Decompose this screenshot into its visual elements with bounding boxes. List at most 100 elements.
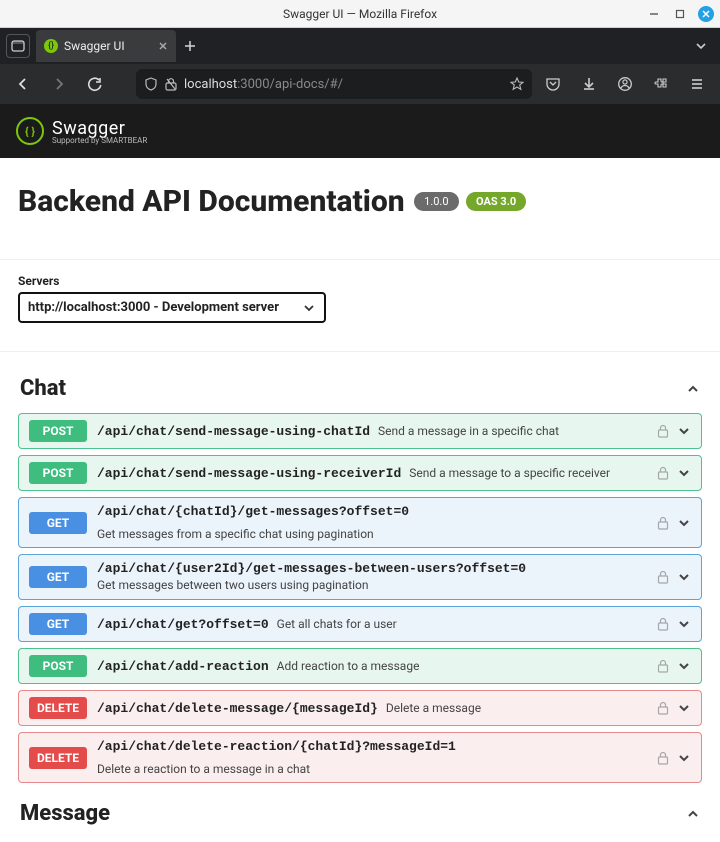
method-badge-get: GET (29, 566, 87, 588)
nav-back-button[interactable] (8, 69, 38, 99)
operation-row[interactable]: GET/api/chat/{user2Id}/get-messages-betw… (18, 554, 702, 600)
operation-desc: Get all chats for a user (277, 617, 397, 631)
tag-header[interactable]: Chat (18, 364, 702, 407)
swagger-logo-icon: { } (16, 117, 44, 145)
swagger-supported-by: Supported by SMARTBEAR (52, 136, 147, 145)
url-text: localhost:3000/api-docs/#/ (184, 77, 504, 92)
lock-icon[interactable] (657, 570, 669, 584)
browser-toolbar: localhost:3000/api-docs/#/ (0, 64, 720, 104)
operation-path: /api/chat/send-message-using-chatId (97, 424, 370, 439)
window-minimize-button[interactable] (646, 6, 662, 22)
chevron-down-icon[interactable] (677, 659, 691, 673)
operation-row[interactable]: DELETE/api/chat/delete-reaction/{chatId}… (18, 732, 702, 783)
swagger-topbar: { } Swagger Supported by SMARTBEAR (0, 104, 720, 158)
operation-text: /api/chat/send-message-using-receiverId S… (97, 466, 610, 481)
new-tab-button[interactable] (176, 32, 204, 60)
lock-icon[interactable] (657, 617, 669, 631)
method-badge-post: POST (29, 462, 87, 484)
method-badge-delete: DELETE (29, 697, 87, 719)
operation-text: /api/chat/send-message-using-chatId Send … (97, 424, 559, 439)
url-bar[interactable]: localhost:3000/api-docs/#/ (136, 69, 532, 99)
tag-header[interactable]: Message (18, 789, 702, 832)
operation-text: /api/chat/{user2Id}/get-messages-between… (97, 561, 526, 593)
window-titlebar: Swagger UI — Mozilla Firefox (0, 0, 720, 28)
tab-title: Swagger UI (64, 39, 125, 53)
list-all-tabs-button[interactable] (688, 39, 714, 53)
operation-right-controls (657, 751, 691, 765)
chevron-down-icon[interactable] (677, 424, 691, 438)
server-select[interactable]: http://localhost:3000 - Development serv… (18, 292, 326, 323)
operation-right-controls (657, 466, 691, 480)
operation-row[interactable]: POST/api/chat/add-reactionAdd reaction t… (18, 648, 702, 684)
method-badge-post: POST (29, 420, 87, 442)
lock-icon[interactable] (657, 466, 669, 480)
nav-reload-button[interactable] (80, 69, 110, 99)
operation-row[interactable]: POST/api/chat/send-message-using-receive… (18, 455, 702, 491)
lock-icon[interactable] (657, 751, 669, 765)
operation-desc: Send a message to a specific receiver (409, 466, 610, 480)
swagger-favicon-icon: {} (44, 39, 58, 53)
operation-path: /api/chat/delete-reaction/{chatId}?messa… (97, 739, 456, 754)
shield-icon[interactable] (144, 77, 158, 91)
account-button[interactable] (610, 69, 640, 99)
operation-path: /api/chat/send-message-using-receiverId (97, 466, 401, 481)
operation-desc: Get messages between two users using pag… (97, 578, 526, 594)
operation-text: /api/chat/get?offset=0Get all chats for … (97, 617, 397, 632)
operation-row[interactable]: DELETE/api/chat/delete-message/{messageI… (18, 690, 702, 726)
operation-right-controls (657, 570, 691, 584)
toolbar-right-icons (538, 69, 712, 99)
lock-icon[interactable] (657, 516, 669, 530)
extensions-button[interactable] (646, 69, 676, 99)
operation-right-controls (657, 659, 691, 673)
window-close-button[interactable] (698, 6, 714, 22)
servers-label: Servers (18, 274, 702, 288)
operation-right-controls (657, 701, 691, 715)
chevron-down-icon (302, 301, 316, 315)
operation-path: /api/chat/{chatId}/get-messages?offset=0 (97, 504, 409, 519)
chevron-up-icon (686, 382, 700, 396)
chevron-down-icon[interactable] (677, 751, 691, 765)
app-menu-button[interactable] (682, 69, 712, 99)
operation-text: /api/chat/add-reactionAdd reaction to a … (97, 659, 419, 674)
nav-forward-button[interactable] (44, 69, 74, 99)
downloads-button[interactable] (574, 69, 604, 99)
bookmark-star-icon[interactable] (510, 77, 524, 91)
site-info-icon[interactable] (164, 77, 178, 91)
operation-row[interactable]: GET/api/chat/get?offset=0Get all chats f… (18, 606, 702, 642)
window-title: Swagger UI — Mozilla Firefox (0, 7, 720, 21)
window-buttons (646, 0, 714, 28)
chevron-down-icon[interactable] (677, 701, 691, 715)
operation-path: /api/chat/{user2Id}/get-messages-between… (97, 561, 526, 578)
servers-section: Servers http://localhost:3000 - Developm… (0, 260, 720, 352)
method-badge-get: GET (29, 613, 87, 635)
operation-path: /api/chat/add-reaction (97, 659, 269, 674)
operation-desc: Send a message in a specific chat (378, 424, 559, 438)
tab-close-button[interactable] (158, 41, 168, 51)
operation-text: /api/chat/delete-message/{messageId}Dele… (97, 701, 481, 716)
lock-icon[interactable] (657, 424, 669, 438)
operation-row[interactable]: GET/api/chat/{chatId}/get-messages?offse… (18, 497, 702, 548)
browser-tabstrip: {} Swagger UI (0, 28, 720, 64)
url-host: localhost (184, 77, 237, 92)
method-badge-get: GET (29, 512, 87, 534)
operation-desc: Delete a message (386, 701, 481, 715)
tag-name: Message (20, 801, 110, 826)
window-maximize-button[interactable] (672, 6, 688, 22)
lock-icon[interactable] (657, 701, 669, 715)
operation-text: /api/chat/delete-reaction/{chatId}?messa… (97, 739, 647, 776)
operation-right-controls (657, 516, 691, 530)
lock-icon[interactable] (657, 659, 669, 673)
browser-tab[interactable]: {} Swagger UI (36, 30, 176, 62)
chevron-down-icon[interactable] (677, 516, 691, 530)
operation-row[interactable]: POST/api/chat/send-message-using-chatId S… (18, 413, 702, 449)
chevron-down-icon[interactable] (677, 570, 691, 584)
operation-right-controls (657, 424, 691, 438)
url-rest: :3000/api-docs/#/ (237, 77, 343, 92)
page-title: Backend API Documentation (18, 184, 405, 219)
chevron-down-icon[interactable] (677, 617, 691, 631)
chevron-down-icon[interactable] (677, 466, 691, 480)
firefox-view-button[interactable] (6, 34, 30, 58)
pocket-button[interactable] (538, 69, 568, 99)
tag-name: Chat (20, 376, 66, 401)
operation-text: /api/chat/{chatId}/get-messages?offset=0… (97, 504, 647, 541)
